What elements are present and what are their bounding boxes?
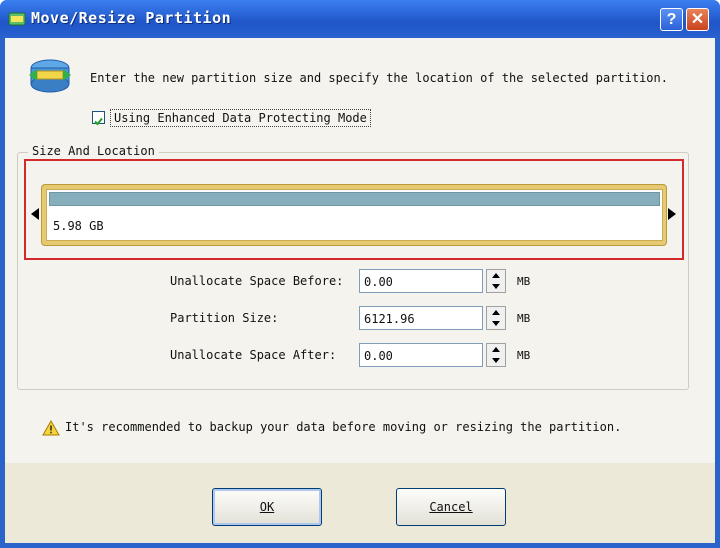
dialog-body: Enter the new partition size and specify… xyxy=(5,38,715,463)
unallocate-after-label: Unallocate Space After: xyxy=(170,348,337,362)
help-button[interactable]: ? xyxy=(660,8,683,31)
resize-partition-icon xyxy=(29,59,71,93)
unallocate-before-spinner[interactable] xyxy=(486,269,506,293)
cancel-button-label: Cancel xyxy=(429,500,473,514)
partition-size-input[interactable]: 6121.96 xyxy=(359,306,483,330)
spin-down-icon[interactable] xyxy=(492,321,500,326)
spin-up-icon[interactable] xyxy=(492,273,500,278)
size-location-group-label: Size And Location xyxy=(28,144,159,158)
unallocate-before-input[interactable]: 0.00 xyxy=(359,269,483,293)
left-resize-handle-icon[interactable] xyxy=(31,208,39,220)
title-bar[interactable]: Move/Resize Partition ? ✕ xyxy=(0,0,720,38)
spin-up-icon[interactable] xyxy=(492,310,500,315)
close-button[interactable]: ✕ xyxy=(686,8,709,31)
protect-mode-checkbox[interactable] xyxy=(92,111,105,126)
ok-button[interactable]: OK xyxy=(212,488,322,526)
intro-text: Enter the new partition size and specify… xyxy=(90,71,668,85)
window-title: Move/Resize Partition xyxy=(31,9,232,27)
protect-mode-label[interactable]: Using Enhanced Data Protecting Mode xyxy=(110,109,371,127)
right-resize-handle-icon[interactable] xyxy=(668,208,676,220)
spin-down-icon[interactable] xyxy=(492,358,500,363)
partition-app-icon xyxy=(8,12,26,26)
partition-size-unit: MB xyxy=(517,312,531,325)
partition-size-label: 5.98 GB xyxy=(53,219,104,233)
unallocate-before-unit: MB xyxy=(517,275,531,288)
checkmark-icon xyxy=(94,117,103,126)
ok-button-label: OK xyxy=(259,500,275,514)
unallocate-after-spinner[interactable] xyxy=(486,343,506,367)
unallocate-before-label: Unallocate Space Before: xyxy=(170,274,344,288)
partition-size-spinner[interactable] xyxy=(486,306,506,330)
partition-size-field-label: Partition Size: xyxy=(170,311,279,325)
cancel-button[interactable]: Cancel xyxy=(396,488,506,526)
dialog-client-area: Enter the new partition size and specify… xyxy=(5,38,715,543)
unallocate-after-unit: MB xyxy=(517,349,531,362)
spin-up-icon[interactable] xyxy=(492,347,500,352)
window-bottom-border xyxy=(0,543,720,548)
warning-icon xyxy=(42,420,60,436)
partition-usage-bar xyxy=(49,192,660,206)
dialog-window: Move/Resize Partition ? ✕ Enter the new … xyxy=(0,0,720,548)
unallocate-after-input[interactable]: 0.00 xyxy=(359,343,483,367)
backup-warning-text: It's recommended to backup your data bef… xyxy=(65,420,622,434)
spin-down-icon[interactable] xyxy=(492,284,500,289)
